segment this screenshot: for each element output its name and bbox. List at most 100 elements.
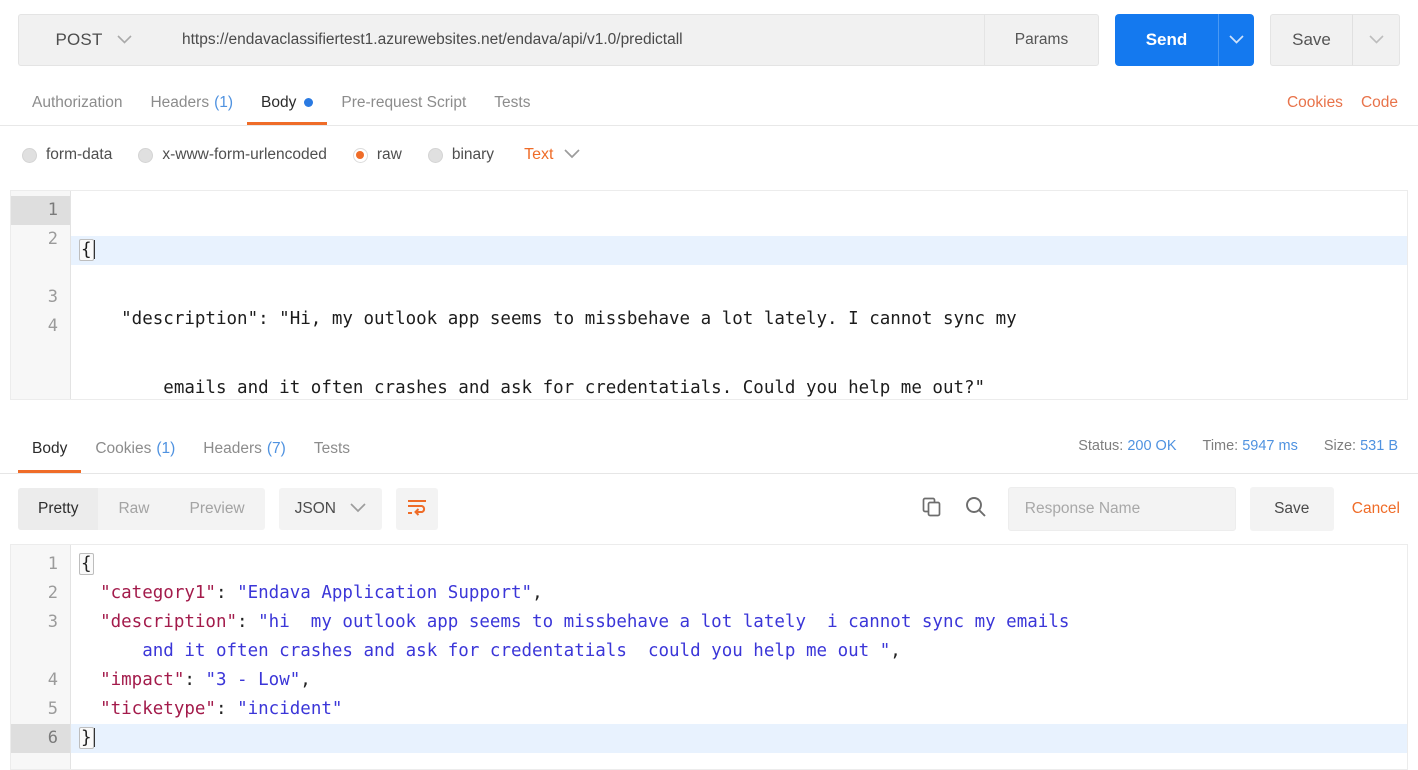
- json-key: "ticketype": [100, 699, 216, 719]
- response-tab-headers-count: (7): [266, 439, 286, 457]
- tab-pre-request-script-label: Pre-request Script: [341, 93, 467, 111]
- text-caret: [93, 728, 95, 747]
- send-options-button[interactable]: [1218, 14, 1254, 66]
- tab-authorization-label: Authorization: [32, 93, 123, 111]
- cancel-button[interactable]: Cancel: [1352, 500, 1400, 518]
- radio-raw[interactable]: raw: [352, 146, 402, 164]
- radio-binary-label: binary: [451, 146, 495, 163]
- response-body-viewer[interactable]: 1 2 3 4 5 6 { "category1": "Endava Appli…: [10, 544, 1408, 770]
- tab-tests[interactable]: Tests: [480, 80, 544, 125]
- request-editor-code[interactable]: { "description": "Hi, my outlook app see…: [71, 191, 1407, 399]
- line-number: 6: [11, 724, 70, 753]
- line-number: 1: [47, 554, 58, 574]
- code-line: and it often crashes and ask for credent…: [71, 637, 1407, 666]
- http-method-label: POST: [55, 30, 103, 49]
- copy-button[interactable]: [910, 488, 954, 530]
- cookies-link[interactable]: Cookies: [1287, 94, 1343, 112]
- view-mode-preview[interactable]: Preview: [170, 488, 265, 530]
- size-badge: Size: 531 B: [1324, 438, 1398, 454]
- response-tab-cookies[interactable]: Cookies (1): [81, 424, 189, 473]
- params-button[interactable]: Params: [984, 14, 1099, 66]
- response-view-mode-group: Pretty Raw Preview: [18, 488, 265, 530]
- chevron-down-icon: [116, 31, 132, 49]
- code-line: emails and it often crashes and ask for …: [71, 374, 1407, 399]
- code-line: {: [71, 236, 1407, 265]
- save-response-button[interactable]: Save: [1249, 487, 1334, 531]
- json-punctuation: {: [79, 553, 94, 575]
- response-meta: Status: 200 OK Time: 5947 ms Size: 531 B: [1078, 424, 1418, 473]
- tab-body-label: Body: [261, 93, 297, 111]
- word-wrap-icon: [406, 498, 428, 521]
- tab-pre-request-script[interactable]: Pre-request Script: [327, 80, 480, 125]
- response-tab-body[interactable]: Body: [18, 424, 82, 473]
- radio-form-data[interactable]: form-data: [22, 146, 112, 164]
- send-button[interactable]: Send: [1115, 14, 1218, 66]
- radio-form-data-label: form-data: [46, 146, 113, 163]
- response-editor-code[interactable]: { "category1": "Endava Application Suppo…: [71, 545, 1407, 769]
- time-badge: Time: 5947 ms: [1203, 438, 1298, 454]
- code-line: "ticketype": "incident": [71, 695, 1407, 724]
- json-string: "3 - Low": [205, 670, 301, 690]
- request-body-editor[interactable]: 1 2 3 4 { "description": "Hi, my outlook…: [10, 190, 1408, 400]
- line-number: 4: [47, 316, 58, 336]
- time-value: 5947 ms: [1242, 437, 1298, 454]
- word-wrap-button[interactable]: [395, 488, 438, 530]
- url-text: https://endavaclassifiertest1.azurewebsi…: [182, 31, 683, 48]
- text-caret: [93, 240, 95, 259]
- code-line: {: [71, 550, 1407, 579]
- json-punctuation: ,: [890, 641, 901, 661]
- view-mode-raw[interactable]: Raw: [98, 488, 169, 530]
- json-punctuation: [79, 670, 100, 690]
- radio-icon: [22, 147, 37, 163]
- raw-format-label: Text: [524, 146, 554, 163]
- save-options-button[interactable]: [1352, 14, 1400, 66]
- search-icon: [964, 495, 988, 524]
- params-label: Params: [1014, 31, 1069, 48]
- radio-x-www-form-urlencoded[interactable]: x-www-form-urlencoded: [138, 146, 327, 164]
- line-number: 3: [47, 612, 58, 632]
- request-url-bar: POST https://endavaclassifiertest1.azure…: [0, 0, 1418, 80]
- code-text: emails and it often crashes and ask for …: [79, 378, 986, 398]
- time-label: Time:: [1202, 437, 1239, 454]
- copy-icon: [921, 496, 943, 523]
- response-tab-tests-label: Tests: [313, 439, 351, 457]
- response-name-field[interactable]: [1007, 487, 1236, 531]
- view-mode-pretty[interactable]: Pretty: [18, 488, 99, 530]
- url-input[interactable]: https://endavaclassifiertest1.azurewebsi…: [168, 14, 984, 66]
- code-line: "description": "Hi, my outlook app seems…: [71, 305, 1407, 334]
- code-link[interactable]: Code: [1361, 94, 1398, 112]
- status-badge: Status: 200 OK: [1078, 438, 1176, 454]
- http-method-selector[interactable]: POST: [18, 14, 168, 66]
- response-name-input[interactable]: [1022, 499, 1235, 519]
- response-tab-body-label: Body: [32, 439, 68, 457]
- response-language-selector[interactable]: JSON: [278, 488, 382, 530]
- response-tab-headers[interactable]: Headers (7): [189, 424, 300, 473]
- json-punctuation: [79, 641, 142, 661]
- send-button-group: Send: [1115, 14, 1254, 66]
- json-punctuation: ,: [300, 670, 311, 690]
- status-value: 200 OK: [1127, 437, 1177, 454]
- radio-selected-icon: [352, 147, 368, 163]
- save-request-button[interactable]: Save: [1270, 14, 1352, 66]
- json-punctuation: :: [237, 612, 259, 632]
- radio-icon: [138, 147, 154, 163]
- line-number: 4: [47, 670, 58, 690]
- tab-authorization[interactable]: Authorization: [18, 80, 136, 125]
- code-text: {: [79, 239, 94, 261]
- radio-binary[interactable]: binary: [427, 146, 495, 164]
- request-editor-gutter: 1 2 3 4: [11, 191, 71, 399]
- tab-tests-label: Tests: [494, 93, 531, 111]
- tab-body[interactable]: Body: [247, 80, 328, 125]
- chevron-down-icon: [564, 146, 581, 164]
- response-tab-cookies-count: (1): [156, 439, 176, 457]
- response-toolbar: Pretty Raw Preview JSON Response Name Sa…: [0, 474, 1418, 544]
- save-label: Save: [1292, 30, 1331, 49]
- size-value: 531 B: [1360, 437, 1398, 454]
- json-string: "hi my outlook app seems to missbehave a…: [258, 612, 1070, 632]
- line-number: 1: [11, 196, 70, 225]
- search-button[interactable]: [954, 488, 998, 530]
- response-tab-tests[interactable]: Tests: [300, 424, 364, 473]
- json-string: "incident": [237, 699, 343, 719]
- tab-headers[interactable]: Headers (1): [136, 80, 247, 125]
- raw-format-selector[interactable]: Text: [524, 146, 581, 164]
